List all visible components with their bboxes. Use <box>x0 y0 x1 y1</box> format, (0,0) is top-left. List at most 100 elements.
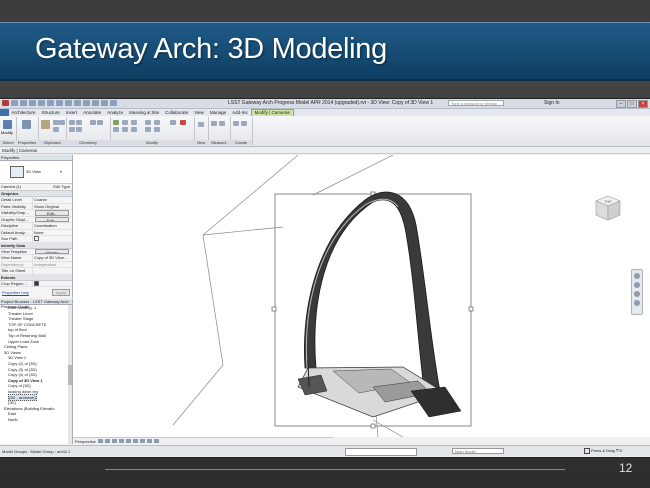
paint-icon[interactable] <box>97 120 103 125</box>
navigation-bar[interactable] <box>631 269 643 315</box>
copy-icon[interactable] <box>53 127 59 132</box>
split-face-icon[interactable] <box>90 120 96 125</box>
cope-icon[interactable] <box>69 120 75 125</box>
steering-wheel-icon[interactable] <box>634 273 640 279</box>
tab-collaborate[interactable]: Collaborate <box>162 109 191 116</box>
undo-icon[interactable] <box>29 100 36 106</box>
workset-dropdown[interactable] <box>345 448 417 456</box>
properties-icon[interactable] <box>22 120 31 129</box>
viewcube-icon[interactable]: TOP <box>594 194 622 224</box>
switch-windows-icon[interactable] <box>110 100 117 106</box>
mirror-icon[interactable] <box>131 120 137 125</box>
prop-value[interactable]: Coordination <box>32 223 72 229</box>
tab-insert[interactable]: Insert <box>63 109 80 116</box>
tab-structure[interactable]: Structure <box>39 109 63 116</box>
3d-view-canvas[interactable] <box>73 155 650 437</box>
minimize-icon[interactable]: – <box>616 100 626 108</box>
view-template-button[interactable]: <None> <box>35 248 69 254</box>
edit-button[interactable]: Edit... <box>35 216 69 222</box>
crop-grip[interactable] <box>468 306 474 312</box>
save-icon[interactable] <box>20 100 27 106</box>
dimension-icon[interactable] <box>219 121 225 126</box>
show-crop-icon[interactable] <box>132 439 138 443</box>
revit-logo-icon[interactable] <box>2 100 9 106</box>
redo-icon[interactable] <box>38 100 45 106</box>
copy-element-icon[interactable] <box>122 127 128 132</box>
crop-view-icon[interactable] <box>125 439 131 443</box>
properties-help-link[interactable]: Properties help <box>2 290 29 295</box>
tree-item[interactable]: North <box>0 417 72 423</box>
tab-file[interactable] <box>0 109 9 116</box>
gateway-arch[interactable] <box>304 191 442 398</box>
shadows-icon[interactable] <box>111 439 117 443</box>
trim-icon[interactable] <box>145 120 151 125</box>
render-icon[interactable] <box>118 439 124 443</box>
crop-region-checkbox[interactable] <box>32 280 72 286</box>
section-icon[interactable] <box>83 100 90 106</box>
apply-button[interactable]: Apply <box>51 289 70 296</box>
unjoin-icon[interactable] <box>76 127 82 132</box>
measure-icon[interactable] <box>56 100 63 106</box>
scale-icon[interactable] <box>154 127 160 132</box>
pin-icon[interactable] <box>170 120 176 125</box>
create-assembly-icon[interactable] <box>233 121 239 126</box>
text-icon[interactable] <box>65 100 72 106</box>
reveal-hidden-icon[interactable] <box>153 439 159 443</box>
paste-icon[interactable] <box>41 120 50 129</box>
browser-scrollbar[interactable] <box>68 305 72 444</box>
delete-icon[interactable] <box>180 120 186 125</box>
prop-value[interactable] <box>32 268 72 274</box>
pan-icon[interactable] <box>634 300 640 306</box>
press-drag-checkbox[interactable] <box>584 448 590 454</box>
viewcube[interactable]: TOP <box>594 194 622 224</box>
move-icon[interactable] <box>113 127 119 132</box>
design-option-dropdown[interactable]: Main Model <box>452 448 504 454</box>
join-icon[interactable] <box>76 120 82 125</box>
crop-grip[interactable] <box>271 306 277 312</box>
close-windows-icon[interactable] <box>101 100 108 106</box>
tab-architecture[interactable]: Architecture <box>9 109 39 116</box>
unlock-view-icon[interactable] <box>139 439 145 443</box>
measure-tool-icon[interactable] <box>211 121 217 126</box>
instance-filter-dropdown[interactable]: Camera (1) <box>1 184 21 190</box>
type-selector[interactable]: 3D View ▾ <box>0 161 72 184</box>
edit-type-button[interactable]: Edit Type <box>53 184 70 190</box>
split-icon[interactable] <box>154 120 160 125</box>
offset-icon[interactable] <box>122 120 128 125</box>
match-icon[interactable] <box>59 120 65 125</box>
prop-value[interactable]: None <box>32 229 72 235</box>
tab-annotate[interactable]: Annotate <box>80 109 104 116</box>
create-group-icon[interactable] <box>241 121 247 126</box>
modify-tool-icon[interactable] <box>3 120 12 129</box>
tab-modify-cameras[interactable]: Modify | Cameras <box>250 109 294 116</box>
tab-add-ins[interactable]: Add-Ins <box>229 109 251 116</box>
orbit-icon[interactable] <box>634 291 640 297</box>
thin-lines-icon[interactable] <box>92 100 99 106</box>
press-drag-toggle[interactable]: Press & Drag ⛉:0 <box>584 448 622 454</box>
chevron-down-icon[interactable]: ▾ <box>60 169 62 174</box>
crop-grip[interactable] <box>370 423 376 429</box>
hide-element-icon[interactable] <box>198 122 204 127</box>
sign-in-link[interactable]: Sign In <box>544 100 560 106</box>
browser-scroll-thumb[interactable] <box>68 365 72 385</box>
print-icon[interactable] <box>47 100 54 106</box>
3d-view-icon[interactable] <box>74 100 81 106</box>
open-icon[interactable] <box>11 100 18 106</box>
tab-massing-site[interactable]: Massing & Site <box>126 109 162 116</box>
quick-access-toolbar[interactable] <box>2 100 117 107</box>
visual-style-icon[interactable] <box>97 439 103 443</box>
sun-path-checkbox[interactable] <box>32 236 72 242</box>
rotate-icon[interactable] <box>131 127 137 132</box>
zoom-icon[interactable] <box>634 282 640 288</box>
prop-value[interactable]: Copy of 3D View... <box>32 255 72 261</box>
maximize-icon[interactable]: □ <box>627 100 637 108</box>
tab-view[interactable]: View <box>191 109 207 116</box>
edit-button[interactable]: Edit... <box>35 210 69 216</box>
temporary-hide-icon[interactable] <box>146 439 152 443</box>
array-icon[interactable] <box>145 127 151 132</box>
tab-manage[interactable]: Manage <box>207 109 229 116</box>
prop-value[interactable]: Coarse <box>32 197 72 203</box>
tab-analyze[interactable]: Analyze <box>104 109 126 116</box>
help-search-input[interactable]: Type a keyword or phrase <box>448 100 504 106</box>
prop-value[interactable]: Show Original <box>32 203 72 209</box>
